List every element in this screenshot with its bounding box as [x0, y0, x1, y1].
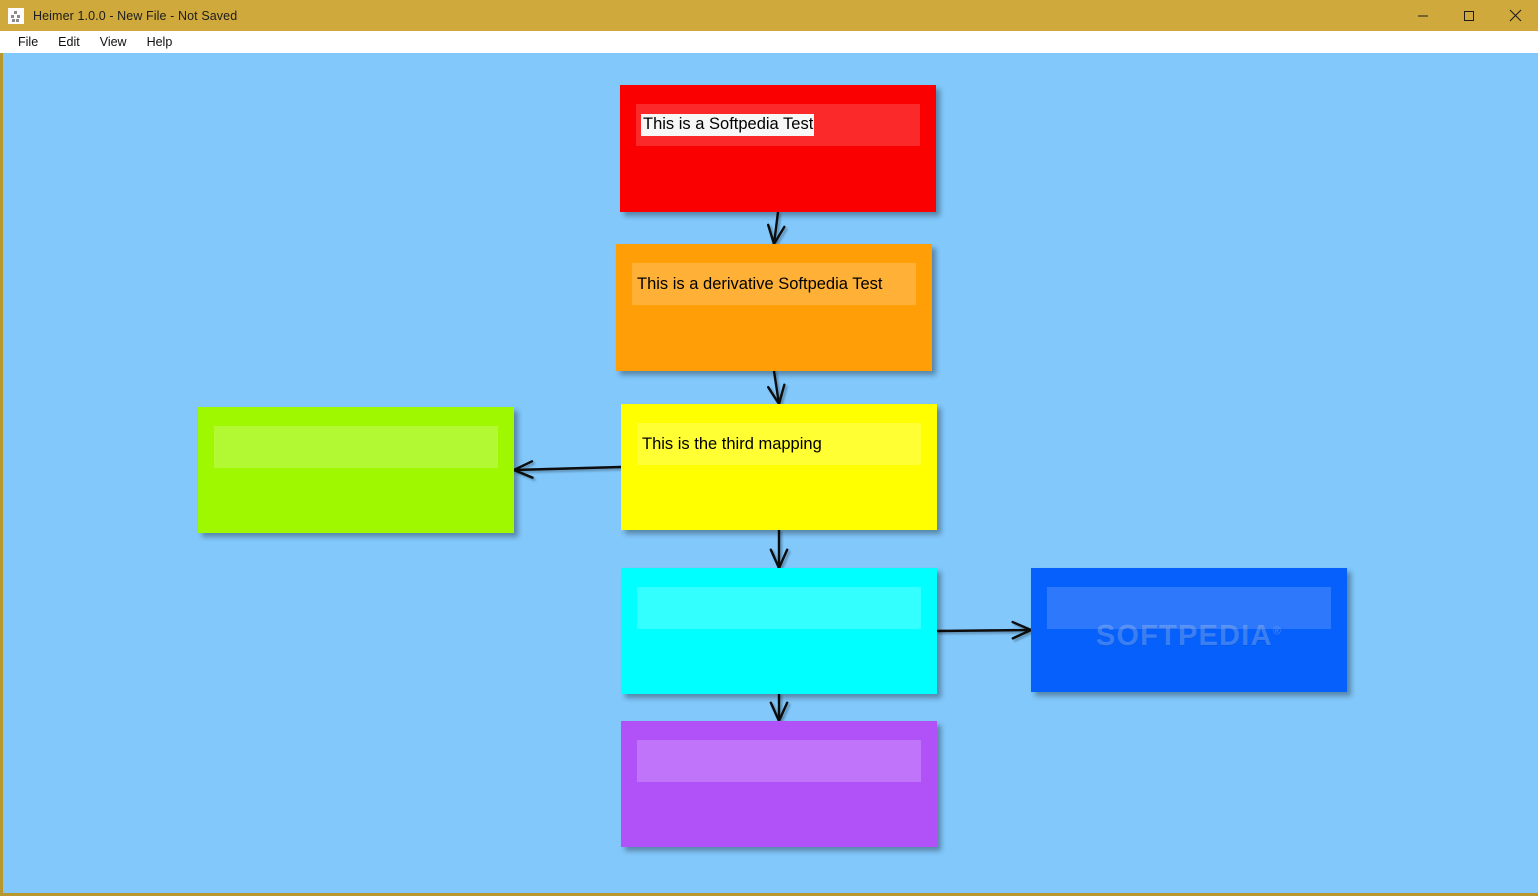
- mindmap-node-orange[interactable]: This is a derivative Softpedia Test: [616, 244, 932, 371]
- canvas-frame: This is a Softpedia Test This is a deriv…: [0, 53, 1538, 896]
- node-textbox[interactable]: [637, 587, 921, 629]
- mindmap-node-red[interactable]: This is a Softpedia Test: [620, 85, 936, 212]
- node-textbox[interactable]: This is a derivative Softpedia Test: [632, 263, 916, 305]
- mindmap-node-blue[interactable]: SOFTPEDIA®: [1031, 568, 1347, 692]
- minimize-icon[interactable]: [1400, 0, 1446, 31]
- mindmap-node-cyan[interactable]: [621, 568, 937, 694]
- mindmap-icon: [8, 7, 24, 24]
- mindmap-canvas[interactable]: This is a Softpedia Test This is a deriv…: [3, 53, 1538, 893]
- node-label[interactable]: This is a Softpedia Test: [641, 114, 815, 136]
- node-label[interactable]: This is a derivative Softpedia Test: [637, 275, 883, 293]
- window-title: Heimer 1.0.0 - New File - Not Saved: [33, 8, 238, 23]
- window-controls: [1400, 0, 1538, 31]
- mindmap-node-green[interactable]: [198, 407, 514, 533]
- menu-view[interactable]: View: [90, 33, 137, 51]
- menu-file[interactable]: File: [8, 33, 48, 51]
- node-label[interactable]: This is the third mapping: [642, 435, 822, 453]
- node-textbox[interactable]: [1047, 587, 1331, 629]
- node-textbox[interactable]: [637, 740, 921, 782]
- menu-edit[interactable]: Edit: [48, 33, 90, 51]
- node-textbox[interactable]: This is a Softpedia Test: [636, 104, 920, 146]
- menu-help[interactable]: Help: [137, 33, 183, 51]
- title-bar: Heimer 1.0.0 - New File - Not Saved: [0, 0, 1538, 31]
- mindmap-node-magenta[interactable]: [621, 721, 937, 847]
- menu-bar: File Edit View Help: [0, 31, 1538, 53]
- node-textbox[interactable]: [214, 426, 498, 468]
- close-icon[interactable]: [1492, 0, 1538, 31]
- app-window: Heimer 1.0.0 - New File - Not Saved File…: [0, 0, 1538, 896]
- mindmap-node-yellow[interactable]: This is the third mapping: [621, 404, 937, 530]
- maximize-icon[interactable]: [1446, 0, 1492, 31]
- node-textbox[interactable]: This is the third mapping: [637, 423, 921, 465]
